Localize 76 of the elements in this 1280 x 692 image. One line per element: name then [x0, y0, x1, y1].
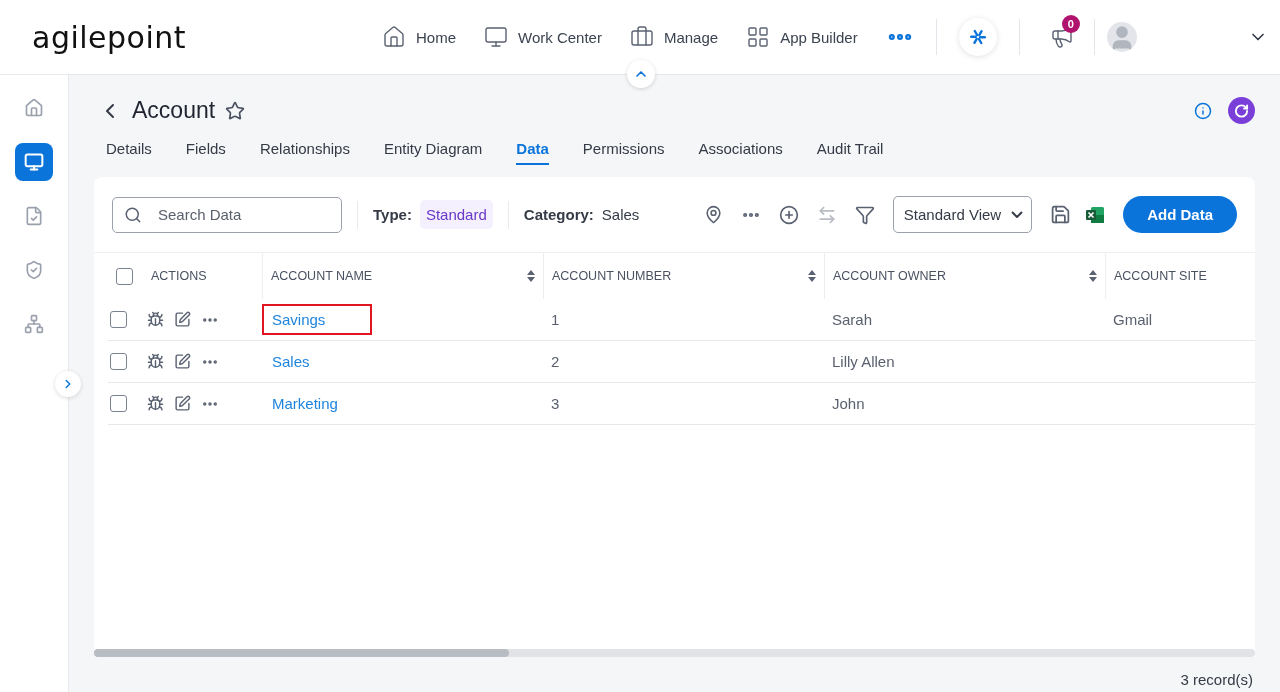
- announcements-button[interactable]: 0: [1041, 17, 1082, 57]
- edit-icon[interactable]: [174, 353, 191, 370]
- tab[interactable]: Relationships: [259, 140, 350, 165]
- location-pin-icon[interactable]: [703, 205, 723, 224]
- star-icon[interactable]: [225, 100, 246, 121]
- sort-icon[interactable]: [808, 270, 816, 282]
- record-link[interactable]: Savings: [262, 304, 372, 335]
- record-count: 3 record(s): [1180, 671, 1253, 688]
- category-value: Sales: [601, 206, 640, 223]
- tab[interactable]: Data: [516, 140, 549, 165]
- bug-icon[interactable]: [147, 395, 164, 412]
- table-cell: Sarah: [832, 311, 873, 328]
- edit-icon[interactable]: [174, 395, 191, 412]
- tab[interactable]: Audit Trail: [816, 140, 884, 165]
- table-cell: John: [832, 395, 865, 412]
- add-icon[interactable]: [778, 204, 799, 225]
- tab[interactable]: Permissions: [582, 140, 665, 165]
- tab[interactable]: Details: [106, 140, 152, 165]
- category-label: Category:: [523, 206, 594, 223]
- column-header: ACCOUNT NAME: [271, 269, 373, 283]
- tab[interactable]: Entity Diagram: [383, 140, 483, 165]
- column-header: ACCOUNT OWNER: [833, 269, 946, 283]
- pinwheel-icon: [967, 27, 988, 47]
- nav-link[interactable]: Home: [382, 25, 456, 49]
- chevron-down-icon: [1011, 211, 1024, 218]
- table-cell: Lilly Allen: [832, 353, 895, 370]
- column-header: ACCOUNT NUMBER: [552, 269, 672, 283]
- hierarchy-icon: [24, 314, 44, 334]
- row-checkbox[interactable]: [110, 395, 127, 412]
- nav-link[interactable]: Manage: [629, 25, 719, 49]
- save-icon[interactable]: [1050, 204, 1072, 225]
- home-icon: [382, 25, 406, 49]
- nav-link[interactable]: App Builder: [746, 25, 858, 49]
- filter-icon[interactable]: [854, 204, 875, 225]
- record-link[interactable]: Sales: [262, 346, 372, 377]
- bug-icon[interactable]: [147, 353, 164, 370]
- briefcase-icon: [629, 25, 654, 49]
- agilepoint-logo: agilepoint: [32, 19, 188, 55]
- notification-count: 0: [1061, 15, 1080, 33]
- select-all-checkbox[interactable]: [116, 267, 133, 285]
- row-checkbox[interactable]: [110, 353, 127, 370]
- type-value: Standard: [419, 200, 493, 229]
- table-cell: Gmail: [1113, 311, 1153, 328]
- refresh-button[interactable]: [1228, 97, 1255, 124]
- column-header: ACCOUNT SITE: [1114, 269, 1207, 283]
- shield-icon: [24, 260, 44, 280]
- info-icon[interactable]: [1194, 101, 1212, 120]
- document-check-icon: [24, 206, 44, 226]
- sort-icon[interactable]: [527, 270, 535, 282]
- sidebar-item[interactable]: [15, 143, 53, 181]
- table-cell: 2: [551, 353, 560, 370]
- bug-icon[interactable]: [147, 311, 164, 328]
- sort-icon[interactable]: [1089, 270, 1097, 282]
- view-dropdown[interactable]: Standard View: [892, 196, 1033, 233]
- tab[interactable]: Fields: [185, 140, 226, 165]
- launcher-button[interactable]: [958, 18, 997, 56]
- row-checkbox[interactable]: [110, 311, 127, 328]
- table-cell: 3: [551, 395, 560, 412]
- add-data-button[interactable]: Add Data: [1123, 196, 1237, 233]
- edit-icon[interactable]: [174, 311, 191, 328]
- record-link[interactable]: Marketing: [262, 388, 372, 419]
- home-icon: [24, 98, 44, 118]
- monitor-icon: [484, 25, 508, 49]
- monitor-icon: [24, 152, 44, 172]
- column-header: ACTIONS: [151, 269, 207, 283]
- search-icon: [124, 205, 142, 224]
- scrollbar[interactable]: [94, 649, 1255, 657]
- refresh-icon: [1234, 102, 1249, 119]
- page-title: Account: [132, 97, 216, 124]
- type-label: Type:: [373, 206, 412, 223]
- table-cell: 1: [551, 311, 560, 328]
- grid-icon: [746, 25, 771, 49]
- search-field[interactable]: Search Data: [112, 196, 342, 233]
- nav-link[interactable]: Work Center: [484, 25, 602, 49]
- tab[interactable]: Associations: [698, 140, 783, 165]
- spreadsheet-icon[interactable]: [1085, 204, 1106, 225]
